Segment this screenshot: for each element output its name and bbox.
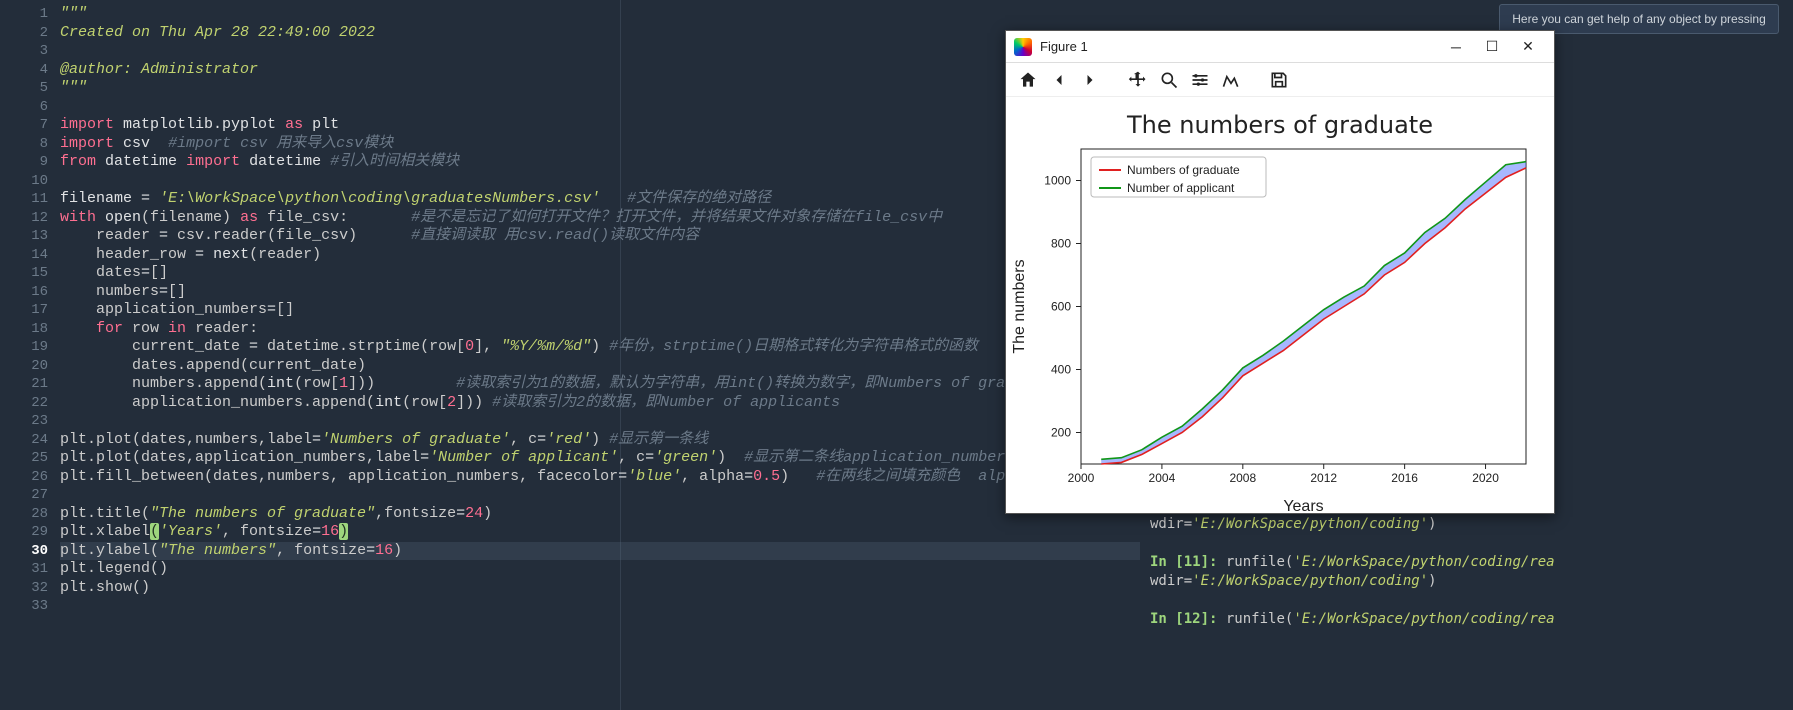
- svg-text:2000: 2000: [1068, 471, 1095, 485]
- chart-svg: 2000 2004 2008 2012 2016 2020 Years 200 400 600 80…: [1006, 139, 1556, 519]
- chart-title: The numbers of graduate: [1006, 97, 1554, 139]
- minimize-button[interactable]: ─: [1438, 39, 1474, 55]
- svg-text:2008: 2008: [1229, 471, 1256, 485]
- svg-text:2016: 2016: [1391, 471, 1418, 485]
- svg-text:800: 800: [1051, 237, 1071, 251]
- home-icon[interactable]: [1016, 68, 1040, 92]
- svg-text:1000: 1000: [1044, 174, 1071, 188]
- matplotlib-toolbar: [1006, 63, 1554, 97]
- ipython-console[interactable]: wdir='E:/WorkSpace/python/coding') In [1…: [1150, 515, 1555, 629]
- svg-text:Numbers of graduate: Numbers of graduate: [1127, 163, 1240, 177]
- configure-subplots-icon[interactable]: [1188, 68, 1212, 92]
- maximize-button[interactable]: ☐: [1474, 38, 1510, 55]
- python-app-icon: [1014, 38, 1032, 56]
- figure-window-title: Figure 1: [1040, 39, 1438, 54]
- svg-text:Number of applicant: Number of applicant: [1127, 181, 1235, 195]
- svg-text:200: 200: [1051, 426, 1071, 440]
- back-icon[interactable]: [1047, 68, 1071, 92]
- svg-text:2004: 2004: [1149, 471, 1176, 485]
- save-icon[interactable]: [1267, 68, 1291, 92]
- matplotlib-figure-window[interactable]: Figure 1 ─ ☐ ✕ The numbers of graduate 2…: [1005, 30, 1555, 514]
- svg-text:600: 600: [1051, 300, 1071, 314]
- svg-text:400: 400: [1051, 363, 1071, 377]
- svg-text:2012: 2012: [1310, 471, 1337, 485]
- code-editor[interactable]: 1234567891011121314151617181920212223242…: [0, 0, 1140, 710]
- line-number-gutter: 1234567891011121314151617181920212223242…: [0, 0, 60, 710]
- close-button[interactable]: ✕: [1510, 38, 1546, 55]
- figure-titlebar[interactable]: Figure 1 ─ ☐ ✕: [1006, 31, 1554, 63]
- pan-icon[interactable]: [1126, 68, 1150, 92]
- svg-text:2020: 2020: [1472, 471, 1499, 485]
- svg-text:The numbers: The numbers: [1011, 259, 1028, 353]
- zoom-icon[interactable]: [1157, 68, 1181, 92]
- svg-text:Years: Years: [1283, 498, 1323, 515]
- code-content[interactable]: """Created on Thu Apr 28 22:49:00 2022 @…: [60, 0, 1140, 710]
- chart-area: The numbers of graduate 2000 2004 2008 2012…: [1006, 97, 1554, 513]
- forward-icon[interactable]: [1078, 68, 1102, 92]
- edit-axes-icon[interactable]: [1219, 68, 1243, 92]
